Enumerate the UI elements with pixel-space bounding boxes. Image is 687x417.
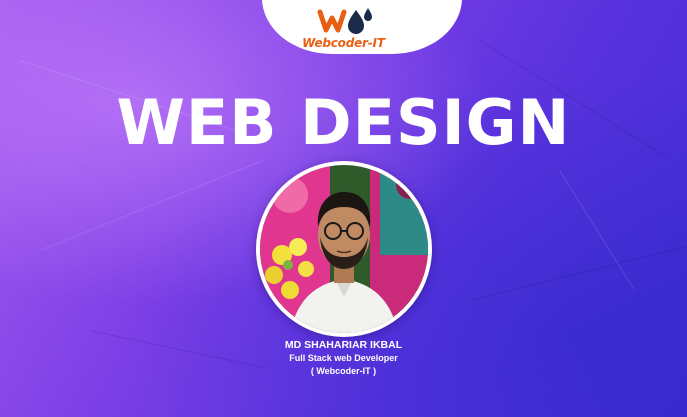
banner: Webcoder-IT WEB DESIGN MD SHAHARIAR IKBA… — [0, 0, 687, 417]
avatar — [256, 161, 432, 337]
paper-crease — [559, 170, 635, 290]
webcoder-w-with-drops-icon — [317, 8, 372, 34]
brand-name: Webcoder-IT — [302, 36, 385, 50]
profile-company: ( Webcoder-IT ) — [310, 366, 377, 376]
portrait-photo — [260, 165, 428, 333]
profile-name: MD SHAHARIAR IKBAL — [284, 339, 403, 351]
page-title: WEB DESIGN — [116, 86, 571, 159]
profile-role: Full Stack web Developer — [289, 353, 398, 363]
paper-crease — [470, 244, 687, 301]
paper-crease — [40, 160, 263, 251]
